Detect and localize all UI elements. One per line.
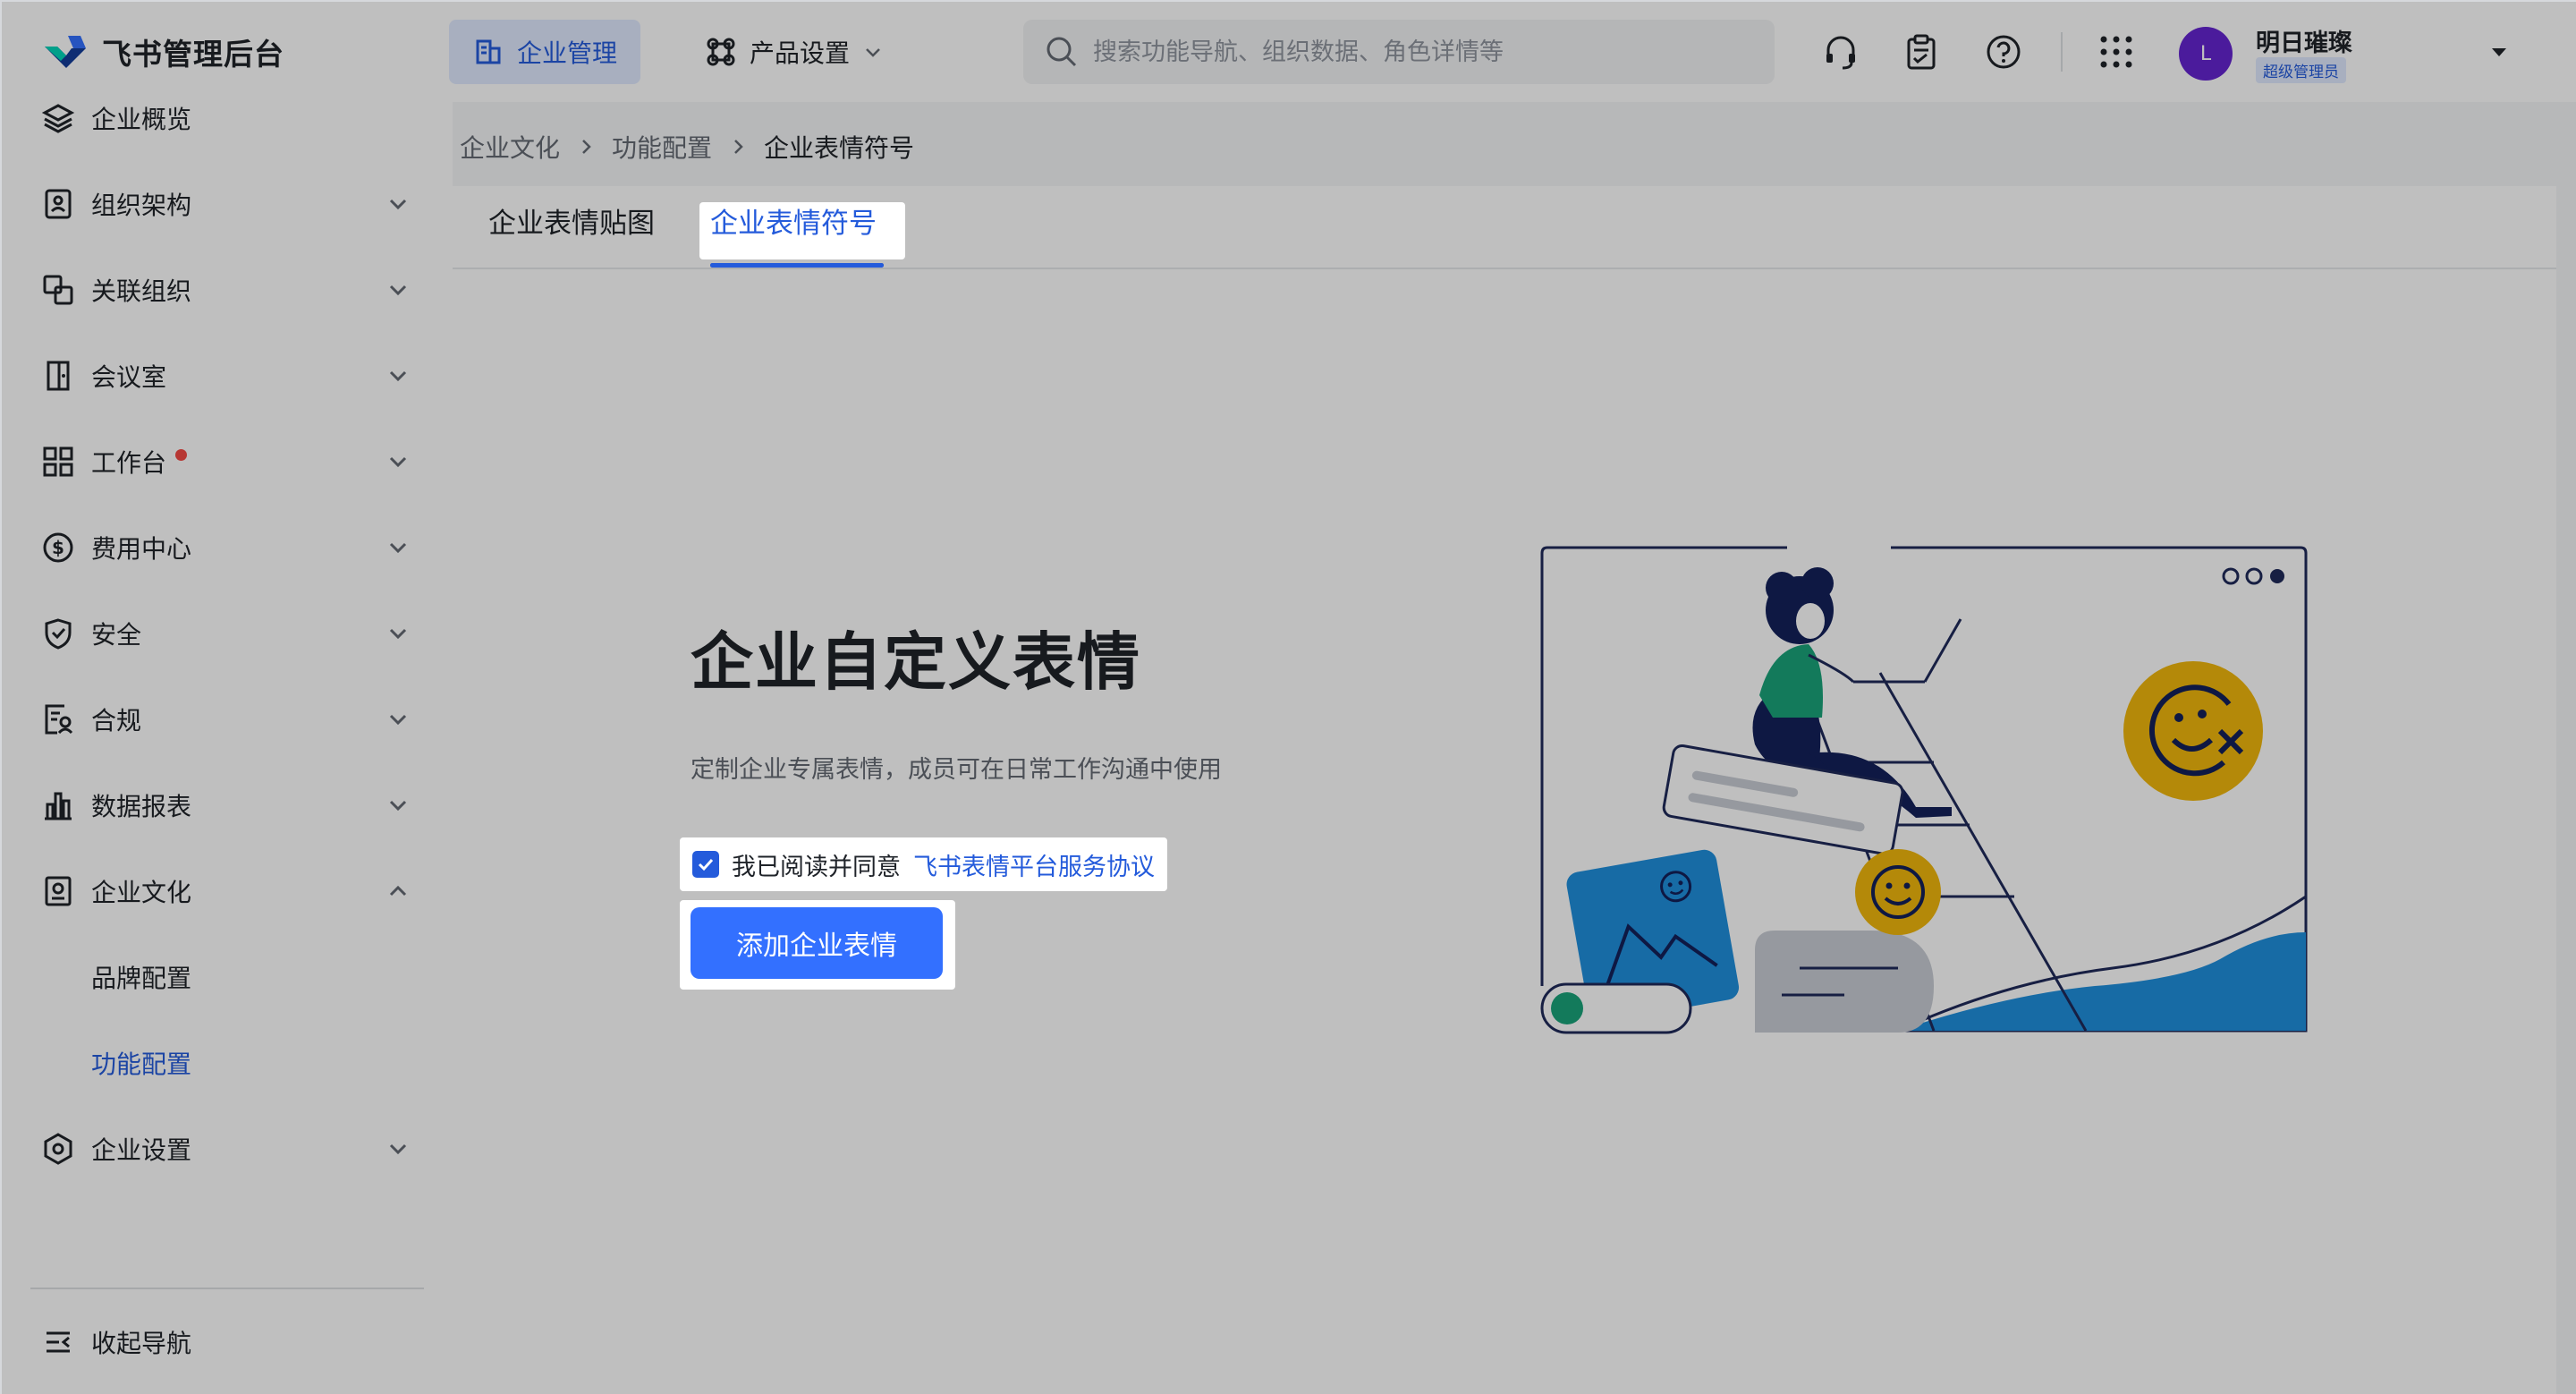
sidebar-item-label: 合规 [91,706,142,735]
active-tab-indicator-highlighted [710,263,884,268]
nav-enterprise-management[interactable]: 企业管理 [449,20,641,84]
chevron-up-icon [389,885,407,897]
logo[interactable]: 飞书管理后台 [41,30,284,73]
chevron-down-icon [389,714,407,726]
sidebar: 企业概览 组织架构 关联组织 会议室 工作台 $ 费用中心 安全 合规 数据报表… [2,102,453,1394]
sidebar-item-billing[interactable]: $ 费用中心 [2,512,453,583]
check-icon [698,858,714,871]
grid-icon [43,446,73,477]
page-title: 企业自定义表情 [691,625,1141,699]
sidebar-item-label: 费用中心 [91,534,192,564]
chevron-right-icon [734,140,743,154]
breadcrumb: 企业文化 功能配置 企业表情符号 [460,129,914,165]
sidebar-item-compliance[interactable]: 合规 [2,684,453,755]
sidebar-item-label: 会议室 [91,362,167,392]
nav-enterprise-label: 企业管理 [517,38,618,68]
sidebar-item-label: 企业概览 [91,105,192,134]
layers-icon [41,104,75,133]
nav-product-settings[interactable]: 产品设置 [682,20,907,84]
org-icon [45,189,72,219]
link-org-icon [43,275,73,305]
chevron-down-icon [389,542,407,554]
chevron-down-icon [389,199,407,210]
page: 飞书管理后台 企业管理 产品设置 搜索功能导航、组织数据、角色详情等 L 明日璀… [0,0,2576,1394]
chevron-down-icon [866,48,880,57]
sidebar-item-linked-org[interactable]: 关联组织 [2,254,453,326]
sidebar-item-meeting-room[interactable]: 会议室 [2,340,453,412]
settings-icon [44,1133,72,1165]
breadcrumb-item[interactable]: 企业文化 [460,129,560,165]
sidebar-item-workplace[interactable]: 工作台 [2,426,453,497]
headset-icon[interactable] [1821,32,1860,72]
agreement-checkbox[interactable] [692,851,719,878]
sidebar-item-overview[interactable]: 企业概览 [2,82,453,154]
sidebar-item-enterprise-settings[interactable]: 企业设置 [2,1113,453,1185]
notification-dot [175,449,187,461]
collapse-nav-button[interactable]: 收起导航 [2,1306,453,1378]
shield-icon [45,618,72,650]
search-icon [1046,37,1077,67]
sidebar-item-label: 关联组织 [91,276,192,306]
svg-text:$: $ [52,537,64,558]
user-role-badge: 超级管理员 [2256,57,2346,83]
tab-bar-line [453,268,2556,269]
page-subtitle: 定制企业专属表情，成员可在日常工作沟通中使用 [691,756,1222,784]
nav-product-label: 产品设置 [750,38,851,68]
avatar[interactable]: L [2179,27,2233,81]
chevron-down-icon [389,456,407,468]
sidebar-item-culture[interactable]: 企业文化 [2,855,453,927]
collapse-icon [47,1331,70,1353]
sidebar-item-security[interactable]: 安全 [2,598,453,669]
sidebar-item-label: 品牌配置 [91,964,192,993]
clipboard-icon[interactable] [1902,32,1941,72]
sidebar-item-feature-config[interactable]: 功能配置 [2,1027,453,1099]
add-enterprise-emoji-button[interactable]: 添加企业表情 [691,907,943,979]
chevron-down-icon [389,285,407,296]
caret-down-icon[interactable] [2488,41,2510,63]
apps-grid-icon[interactable] [2097,32,2136,72]
chevron-down-icon [389,370,407,382]
product-icon [707,38,735,66]
chevron-down-icon [389,628,407,640]
emoji-illustration [1540,546,2308,1034]
sidebar-item-org[interactable]: 组织架构 [2,168,453,240]
bar-chart-icon [45,792,72,820]
header-divider [2061,32,2063,72]
sidebar-item-brand-config[interactable]: 品牌配置 [2,941,453,1013]
agreement-row[interactable]: 我已阅读并同意 飞书表情平台服务协议 [680,837,1167,891]
sidebar-item-label: 数据报表 [91,792,192,821]
sidebar-item-label: 企业文化 [91,878,192,907]
feishu-logo-icon [45,36,86,68]
sidebar-item-label: 工作台 [91,448,167,478]
chevron-down-icon [389,1143,407,1155]
breadcrumb-item[interactable]: 功能配置 [612,129,712,165]
culture-icon [45,876,72,906]
help-icon[interactable] [1984,32,2023,72]
tab-stickers[interactable]: 企业表情贴图 [488,200,655,241]
sidebar-item-label: 组织架构 [91,191,192,220]
search-input[interactable] [1093,38,1737,66]
dollar-icon: $ [43,532,73,563]
agreement-link[interactable]: 飞书表情平台服务协议 [913,847,1155,882]
user-name[interactable]: 明日璀璨 [2256,23,2352,58]
compliance-icon [45,704,73,735]
collapse-nav-label: 收起导航 [91,1329,192,1358]
tab-emoji-symbols-highlighted[interactable]: 企业表情符号 [710,200,877,241]
building-icon [476,39,501,64]
global-search[interactable] [1023,20,1775,84]
agreement-text: 我已阅读并同意 [732,853,901,881]
chevron-right-icon [582,140,591,154]
sidebar-item-reports[interactable]: 数据报表 [2,769,453,841]
breadcrumb-current: 企业表情符号 [764,133,915,163]
sidebar-item-label: 安全 [91,620,142,650]
sidebar-item-label: 功能配置 [91,1050,192,1079]
door-icon [47,361,70,391]
sidebar-item-label: 企业设置 [91,1135,192,1165]
chevron-down-icon [389,800,407,812]
sidebar-divider [30,1288,424,1289]
logo-text: 飞书管理后台 [102,37,284,72]
